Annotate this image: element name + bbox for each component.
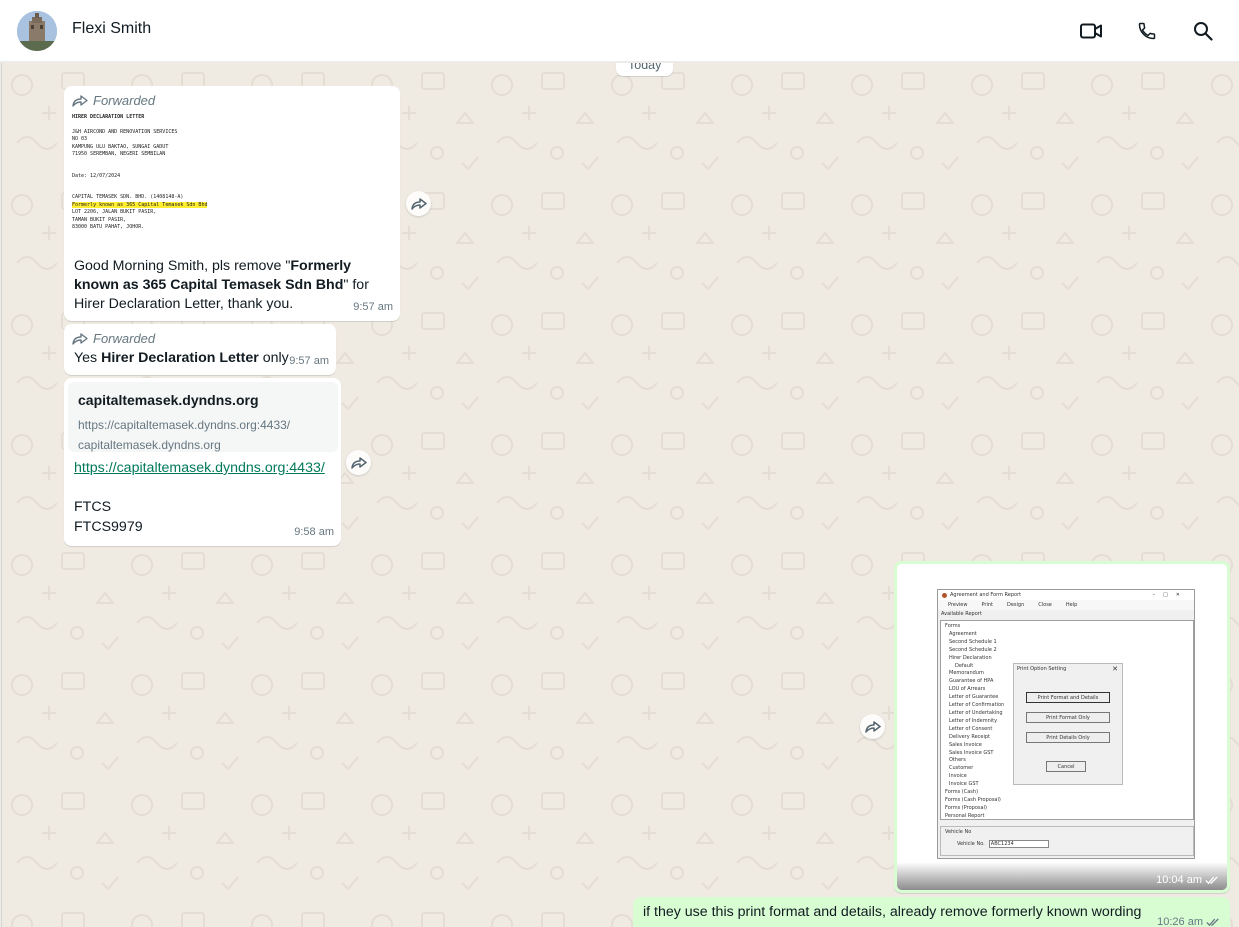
app-icon [942,592,947,598]
contact-avatar[interactable] [17,11,57,51]
tree-item: Forms (Cash Proposal) [945,796,1001,803]
tree-item: Forms (Cash) [945,789,979,796]
video-call-icon[interactable] [1077,17,1105,45]
tree-item: Hirer Declaration [949,654,992,661]
message-text-bold: Hirer Declaration Letter [101,350,259,366]
screenshot-titlebar: Agreement and Form Report –□✕ [938,590,1194,600]
doc-line: HIRER DECLARATION LETTER [72,114,145,120]
vehicle-no-label: Vehicle No. [957,841,985,847]
window-controls-icon: –□✕ [1152,592,1188,598]
document-preview[interactable]: HIRER DECLARATION LETTER J&H AIRCOND AND… [68,110,398,245]
link-preview-description: https://capitaltemasek.dyndns.org:4433/ … [78,415,328,455]
message-bubble-outgoing-image[interactable]: Agreement and Form Report –□✕ Preview Pr… [894,561,1230,893]
message-text: Good Morning Smith, pls remove "Formerly… [74,257,396,314]
forwarded-label: Forwarded [72,329,155,348]
doc-line: CAPITAL TEMASEK SDN. BHD. (1408148-A) [72,194,184,200]
dialog-button: Cancel [1046,761,1086,772]
message-bubble-incoming[interactable]: capitaltemasek.dyndns.org https://capita… [64,378,341,546]
link-preview-url: https://capitaltemasek.dyndns.org:4433/ [78,418,291,432]
tree-item: Forms [945,623,961,629]
menu-item: Print [981,602,993,608]
tree-item: Forms (Proposal) [945,804,987,811]
vehicle-no-value: ABC1234 [988,840,1049,848]
doc-line: LOT 2206, JALAN BUKIT PASIR, [72,209,157,215]
message-text-part: Yes [74,350,102,366]
vehicle-group: Vehicle No Vehicle No. ABC1234 [940,826,1194,856]
screenshot-image[interactable]: Agreement and Form Report –□✕ Preview Pr… [897,564,1227,890]
message-url-link[interactable]: https://capitaltemasek.dyndns.org:4433/ [74,460,325,476]
tree-item: Personal Report [945,812,985,819]
message-text-part: Good Morning Smith, pls remove " [74,258,291,274]
chat-header: Flexi Smith [0,0,1239,62]
message-meta: 10:26 am [1157,913,1220,927]
message-text: Yes Hirer Declaration Letter only [74,349,289,368]
message-bubble-incoming[interactable]: Forwarded HIRER DECLARATION LETTER J&H A… [64,86,400,321]
date-divider: Today [616,63,674,76]
doc-line: NO 03 [72,136,88,142]
tree-item: Agreement [949,630,977,637]
menu-item: Close [1038,602,1052,608]
doc-line: J&H AIRCOND AND RENOVATION SERVICES [72,128,178,135]
doc-line: 83000 BATU PAHAT, JOHOR. [72,224,145,230]
read-ticks-icon [1205,876,1218,884]
screenshot-window: Agreement and Form Report –□✕ Preview Pr… [937,589,1195,859]
search-icon[interactable] [1189,17,1217,45]
vehicle-group-label: Vehicle No [945,829,972,835]
message-time: 10:26 am [1157,916,1203,927]
dialog-close-icon: ✕ [1112,665,1118,673]
message-time: 9:57 am [289,355,329,367]
message-time: 10:04 am [1156,874,1202,886]
message-line: FTCS9979 [74,519,143,535]
forward-icon [350,456,367,469]
forwarded-label: Forwarded [72,91,155,110]
image-time: 10:04 am [1156,874,1219,886]
menu-item: Design [1006,602,1025,608]
forwarded-icon [72,332,88,345]
menu-item: Preview [948,602,968,608]
contact-name[interactable]: Flexi Smith [72,20,151,38]
forwarded-text: Forwarded [93,331,156,346]
message-time: 9:57 am [353,301,393,313]
doc-line: Date: 12/07/2024 [72,172,121,179]
available-report-label: Available Report [941,611,982,617]
voice-call-icon[interactable] [1133,17,1161,45]
link-preview-domain: capitaltemasek.dyndns.org [78,438,221,452]
doc-line: TAMAN BUKIT PASIR, [72,216,127,223]
message-bubble-incoming[interactable]: Forwarded Yes Hirer Declaration Letter o… [64,324,336,375]
forward-button[interactable] [346,450,371,475]
message-bubble-outgoing[interactable]: if they use this print format and detail… [633,897,1230,927]
print-option-dialog: Print Option Setting ✕ Print Format and … [1013,663,1123,785]
doc-line: KAMPUNG ULU BAKTAO, SUNGAI GADUT [72,143,169,150]
forward-icon [410,197,427,210]
dialog-button: Print Format and Details [1026,692,1110,703]
menu-item: Help [1065,602,1078,608]
message-text-part: only [258,350,289,366]
forward-icon [864,720,881,733]
dialog-button: Print Details Only [1026,732,1110,743]
message-text: if they use this print format and detail… [643,904,1142,920]
message-link: https://capitaltemasek.dyndns.org:4433/ [74,459,325,478]
message-time: 9:58 am [294,526,334,538]
tree-item: Second Schedule 1 [949,638,997,645]
doc-highlighted-line: Formerly known as 365 Capital Temasek Sd… [72,201,208,208]
link-preview-card[interactable]: capitaltemasek.dyndns.org https://capita… [68,382,338,452]
link-preview-title: capitaltemasek.dyndns.org [78,392,259,408]
forwarded-text: Forwarded [93,93,156,108]
chat-area[interactable]: Today Forwarded HIRER DECLARATION LETTER… [1,63,1239,927]
avatar-photo [17,11,57,51]
screenshot-window-title: Agreement and Form Report [950,592,1022,598]
forwarded-icon [72,94,88,107]
screenshot-menu: Preview Print Design Close Help [938,600,1194,610]
read-ticks-icon [1206,918,1219,927]
doc-line: 71950 SEREMBAN, NEGERI SEMBILAN [72,151,166,157]
message-line: FTCS [74,499,112,515]
dialog-button: Print Format Only [1026,712,1110,723]
forward-button[interactable] [406,191,431,216]
forward-button[interactable] [860,714,885,739]
dialog-title: Print Option Setting [1017,666,1067,672]
tree-item: Second Schedule 2 [949,646,997,653]
